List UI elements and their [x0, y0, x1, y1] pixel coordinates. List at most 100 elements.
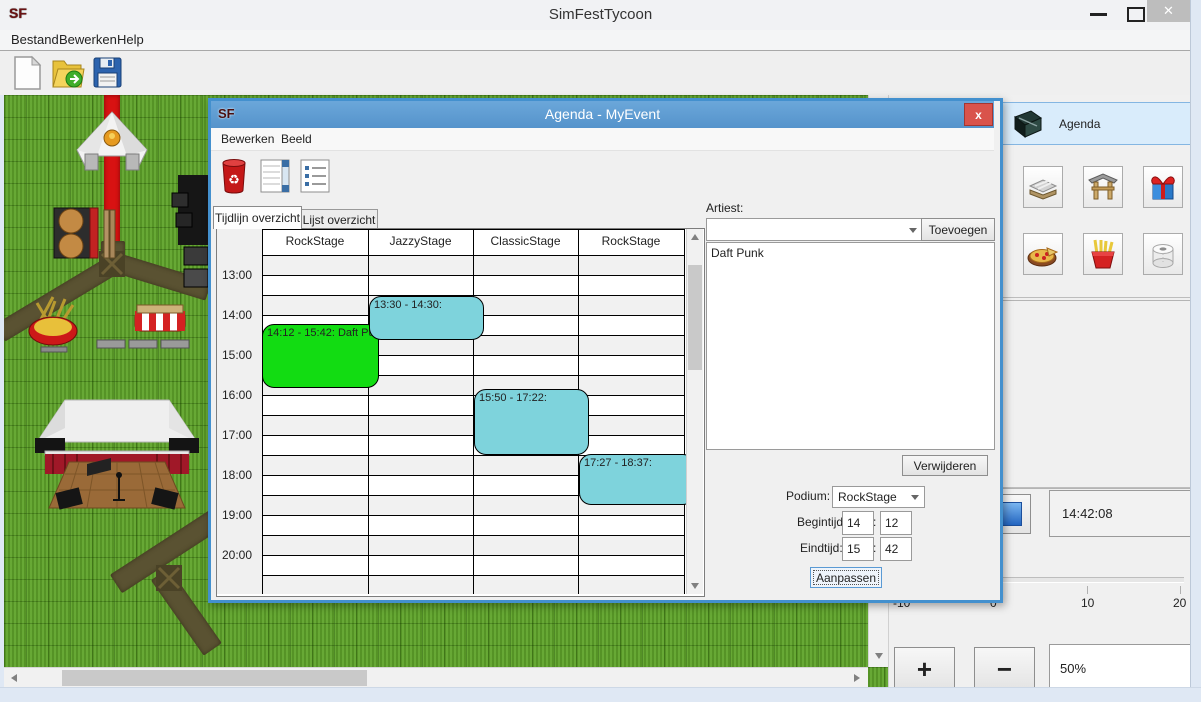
grid-line	[262, 229, 263, 594]
add-artist-label: Toevoegen	[929, 223, 988, 237]
begin-time-label: Begintijd:	[797, 515, 846, 529]
time-label: 14:00	[222, 308, 252, 322]
timeline-scroll-thumb[interactable]	[688, 265, 702, 370]
item-button-fries[interactable]	[1083, 233, 1123, 275]
column-header-classicstage: ClassicStage	[473, 234, 578, 248]
burger-stand[interactable]	[46, 206, 116, 262]
fries-stand[interactable]	[25, 295, 83, 355]
dialog-titlebar[interactable]: SF Agenda - MyEvent x	[211, 101, 994, 128]
column-header-jazzystage: JazzyStage	[368, 234, 473, 248]
scroll-right-icon[interactable]	[854, 674, 860, 682]
artist-dropdown[interactable]	[706, 218, 923, 241]
dialog-close-icon: x	[975, 109, 982, 121]
apply-button[interactable]: Aanpassen	[810, 567, 882, 588]
list-view-button[interactable]	[299, 158, 331, 194]
striped-stand[interactable]	[133, 303, 187, 335]
list-scroll-icon	[259, 158, 291, 194]
dialog-title: Agenda - MyEvent	[211, 106, 994, 122]
trash-icon: ♻	[219, 158, 249, 194]
tab-lijst-overzicht[interactable]: Lijst overzicht	[300, 209, 378, 229]
zoom-in-button[interactable]: +	[894, 647, 955, 692]
time-label: 18:00	[222, 468, 252, 482]
tent-structure[interactable]	[73, 110, 151, 174]
panel-separator	[994, 297, 1190, 298]
new-file-icon	[10, 55, 44, 91]
artist-list-item[interactable]: Daft Punk	[711, 246, 764, 260]
gift-icon	[1147, 171, 1179, 203]
timeline-scroll-down-icon[interactable]	[691, 583, 699, 589]
open-file-button[interactable]	[50, 55, 86, 91]
svg-text:♻: ♻	[228, 172, 240, 187]
main-stage[interactable]	[35, 398, 199, 516]
time-label: 13:00	[222, 268, 252, 282]
item-button-gate[interactable]	[1083, 166, 1123, 208]
time-label: 20:00	[222, 548, 252, 562]
slider-label-10: 10	[1081, 596, 1094, 610]
scroll-down-icon[interactable]	[875, 653, 883, 659]
timeline-scroll-up-icon[interactable]	[691, 234, 699, 240]
agenda-button-label: Agenda	[1059, 117, 1100, 131]
clock-display: 14:42:08	[1049, 490, 1201, 537]
menu-help[interactable]: Help	[108, 30, 153, 49]
save-file-button[interactable]	[92, 56, 124, 90]
end-minute-input[interactable]: 42	[880, 537, 912, 561]
slider-tick	[1180, 586, 1181, 594]
chevron-down-icon	[911, 495, 919, 500]
zoom-out-button[interactable]: −	[974, 647, 1035, 692]
time-gutter	[217, 229, 262, 594]
column-header-rockstage2: RockStage	[578, 234, 684, 248]
schedule-event[interactable]: 15:50 - 17:22:	[474, 389, 589, 455]
timeline-view-button[interactable]	[259, 158, 291, 194]
grid-line	[368, 229, 369, 594]
time-colon: :	[873, 515, 876, 529]
tab-tijdlijn-overzicht[interactable]: Tijdlijn overzicht	[213, 206, 302, 229]
end-hour-input[interactable]: 15	[842, 537, 874, 561]
grid-line	[684, 229, 685, 594]
road-tile-icon	[1027, 173, 1059, 201]
remove-button[interactable]: Verwijderen	[902, 455, 988, 476]
artist-listbox[interactable]: Daft Punk	[706, 242, 995, 450]
scroll-left-icon[interactable]	[11, 674, 17, 682]
item-button-pizza[interactable]	[1023, 233, 1063, 275]
tab-label: Lijst overzicht	[303, 213, 376, 227]
time-label: 16:00	[222, 388, 252, 402]
h-scroll-thumb[interactable]	[62, 670, 367, 686]
info-groupbox	[996, 300, 1191, 489]
begin-hour-value: 14	[847, 516, 860, 530]
pizza-icon	[1027, 240, 1059, 268]
close-button[interactable]: ✕	[1147, 0, 1190, 22]
new-file-button[interactable]	[10, 55, 44, 91]
end-hour-value: 15	[847, 542, 860, 556]
begin-minute-input[interactable]: 12	[880, 511, 912, 535]
podium-dropdown[interactable]: RockStage	[832, 486, 925, 508]
minimize-button[interactable]	[1090, 13, 1107, 16]
speaker-tower[interactable]	[168, 175, 212, 291]
save-floppy-icon	[92, 56, 124, 90]
zoom-level-field[interactable]: 50%	[1049, 644, 1201, 692]
main-window-title: SimFestTycoon	[0, 6, 1201, 23]
item-button-road[interactable]	[1023, 166, 1063, 208]
dialog-menu-bewerken[interactable]: Bewerken	[221, 132, 274, 146]
fries-icon	[1088, 238, 1118, 270]
begin-minute-value: 12	[885, 516, 898, 530]
begin-hour-input[interactable]: 14	[842, 511, 874, 535]
schedule-event[interactable]: 17:27 - 18:37:	[579, 454, 695, 505]
dialog-menu-beeld[interactable]: Beeld	[281, 132, 312, 146]
item-button-toilet-paper[interactable]	[1143, 233, 1183, 275]
schedule-event[interactable]: 13:30 - 14:30:	[369, 296, 484, 340]
app-window: { "window": { "logo": "SF", "title": "Si…	[0, 0, 1201, 701]
item-button-gift[interactable]	[1143, 166, 1183, 208]
dialog-close-button[interactable]: x	[964, 103, 993, 126]
timeline-scrollbar[interactable]	[686, 229, 703, 594]
bullet-list-icon	[299, 158, 331, 194]
game-horizontal-scrollbar[interactable]	[4, 667, 868, 687]
main-toolbar	[0, 51, 1201, 95]
delete-event-button[interactable]: ♻	[219, 158, 249, 194]
add-artist-button[interactable]: Toevoegen	[921, 218, 995, 241]
toilet-paper-icon	[1147, 239, 1179, 269]
agenda-button[interactable]: Agenda	[998, 102, 1191, 145]
main-titlebar: SF SimFestTycoon ✕	[0, 0, 1201, 30]
schedule-event[interactable]: 14:12 - 15:42: Daft Punk	[262, 324, 379, 388]
time-colon: :	[873, 541, 876, 555]
maximize-button[interactable]	[1127, 7, 1145, 22]
